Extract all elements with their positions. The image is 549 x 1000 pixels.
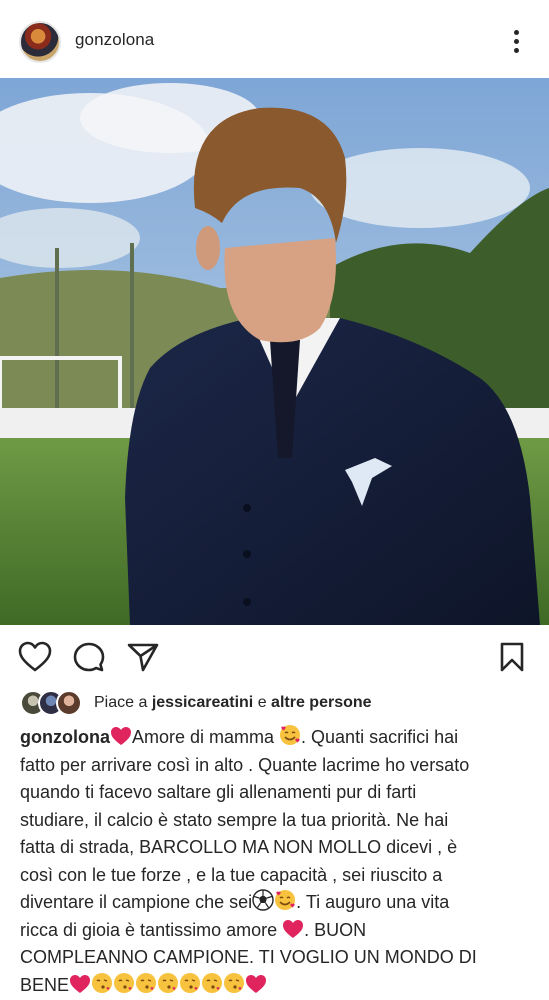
caption-line: ricca di gioia è tantissimo amore . BUON [20, 917, 535, 945]
liker-avatars [20, 690, 86, 716]
likes-summary: Piace a jessicareatini e altre persone [94, 694, 372, 712]
caption-text: . Quanti sacrifici hai [301, 727, 459, 747]
caption-text: diventare il campione che sei [20, 892, 253, 912]
red-heart-emoji [70, 974, 91, 993]
face-blowing-kiss-emoji [224, 972, 245, 993]
avatar [56, 690, 82, 716]
caption-line: diventare il campione che sei . Ti auguro… [20, 889, 535, 917]
post-image [0, 78, 549, 625]
likes-prefix: Piace a [94, 694, 148, 711]
caption-line: gonzolona Amore di mamma . Quanti sacrifi… [20, 724, 535, 752]
caption-text: . Ti auguro una vita [296, 892, 450, 912]
heart-outline-icon[interactable] [18, 641, 52, 673]
caption-text: ricca di gioia è tantissimo amore [20, 919, 278, 940]
caption-text: Amore di mamma [131, 727, 275, 747]
post-action-bar [0, 625, 549, 687]
red-heart-emoji [246, 974, 267, 993]
face-blowing-kiss-emoji [158, 972, 179, 993]
user-avatar[interactable] [19, 21, 61, 63]
caption-line: fatta di strada, BARCOLLO MA NON MOLLO d… [20, 837, 458, 857]
bookmark-icon[interactable] [497, 641, 527, 673]
red-heart-emoji [110, 727, 131, 745]
soccer-ball-emoji [252, 889, 274, 911]
smiling-face-with-hearts-emoji [275, 890, 296, 910]
more-vertical-icon[interactable] [503, 28, 529, 56]
caption-line: quando ti facevo saltare gli allenamenti… [20, 782, 417, 802]
caption-line: COMPLEANNO CAMPIONE. TI VOGLIO UN MONDO … [20, 947, 477, 967]
likes-row[interactable]: Piace a jessicareatini e altre persone [20, 690, 540, 716]
caption-line: così con le tue forze , e la tue capacit… [20, 864, 443, 885]
others-link[interactable]: altre persone [271, 694, 371, 711]
post-caption: gonzolona Amore di mamma . Quanti sacrifi… [20, 724, 535, 999]
caption-text: . BUON [304, 919, 367, 940]
face-blowing-kiss-emoji [114, 972, 135, 993]
post-header: gonzolona [0, 0, 549, 78]
liked-by-user-link[interactable]: jessicareatini [152, 694, 253, 711]
caption-line: BENE [20, 972, 535, 1000]
caption-line: fatto per arrivare così in alto . Quante… [20, 754, 470, 775]
paper-plane-icon[interactable] [126, 641, 160, 673]
caption-text: BENE [20, 974, 70, 995]
face-blowing-kiss-emoji [202, 972, 223, 993]
red-heart-emoji [283, 919, 304, 938]
face-blowing-kiss-emoji [180, 972, 201, 993]
face-blowing-kiss-emoji [92, 972, 113, 993]
username-label[interactable]: gonzolona [75, 30, 154, 50]
caption-line: studiare, il calcio è stato sempre la tu… [20, 809, 449, 830]
caption-username[interactable]: gonzolona [20, 727, 110, 747]
post-photo[interactable] [0, 78, 549, 625]
face-blowing-kiss-emoji [136, 972, 157, 993]
smiling-face-with-hearts-emoji [280, 725, 301, 745]
likes-connector: e [257, 694, 267, 711]
comment-bubble-icon[interactable] [72, 641, 106, 673]
